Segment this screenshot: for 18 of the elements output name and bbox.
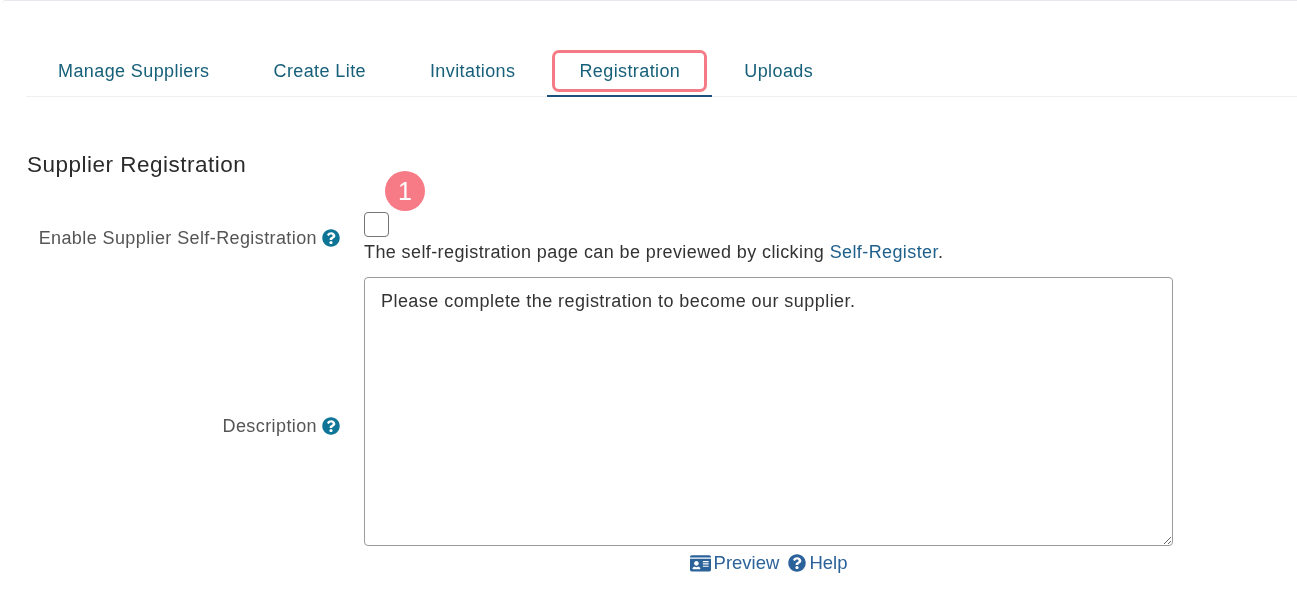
help-icon[interactable] [322,228,340,247]
tab[interactable]: Uploads [712,45,846,97]
preview-link[interactable]: Preview [689,552,780,574]
field-label: Description [222,414,317,437]
id-card-icon [689,553,711,573]
description-textarea[interactable]: Please complete the registration to become our supplier. [364,277,1173,546]
preview-note: The self-registration page can be previewed by clicking Self-Register. [364,241,944,263]
field-label: Enable Supplier Self-Registration [38,226,317,249]
tab[interactable]: Manage Suppliers [26,45,242,97]
help-link[interactable]: Help [788,552,848,574]
help-icon [788,554,807,572]
tab[interactable]: Create Lite [241,45,398,97]
checkbox[interactable] [364,212,389,237]
section-title: Supplier Registration [27,152,247,178]
self-register-link[interactable]: Self-Register [829,242,938,262]
step-badge: 1 [385,171,425,211]
tab[interactable]: Invitations [397,45,548,97]
help-icon[interactable] [322,416,340,435]
